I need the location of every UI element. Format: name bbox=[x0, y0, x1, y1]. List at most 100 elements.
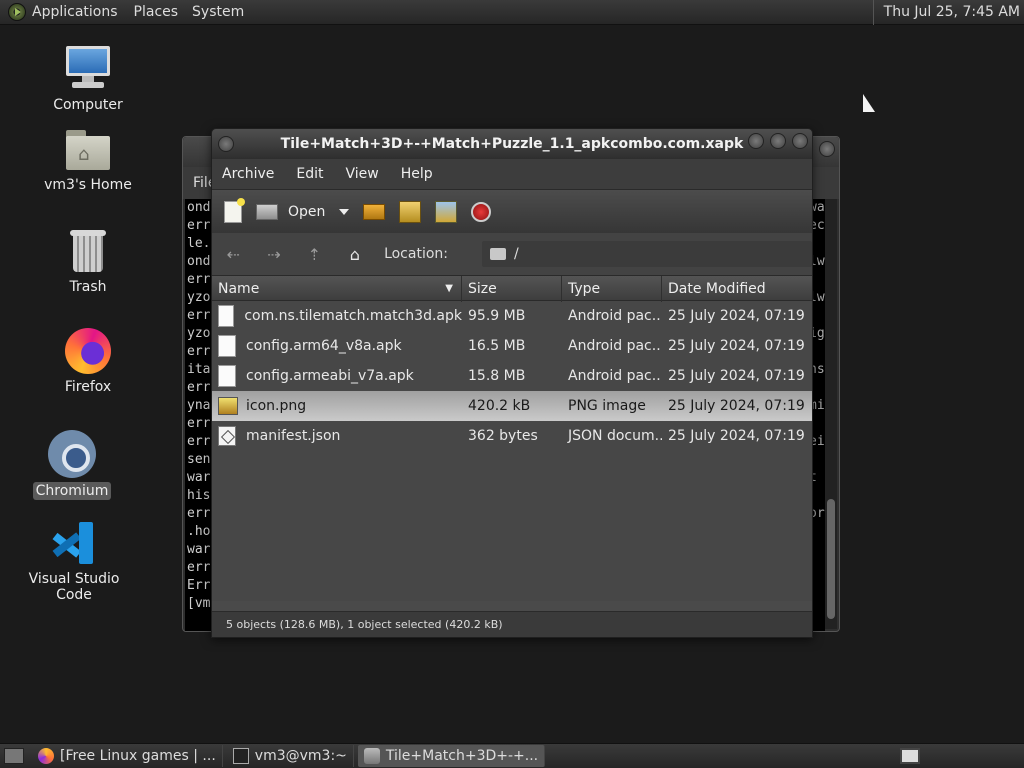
status-bar: 5 objects (128.6 MB), 1 object selected … bbox=[212, 611, 812, 637]
back-arrow-icon[interactable]: ⇠ bbox=[222, 245, 245, 264]
file-type: PNG image bbox=[568, 398, 646, 414]
file-list[interactable]: com.ns.tilematch.match3d.apk 95.9 MB And… bbox=[212, 301, 812, 601]
file-type: Android pac... bbox=[568, 308, 662, 324]
taskbar-item-terminal[interactable]: vm3@vm3:~ bbox=[227, 745, 354, 767]
desktop-icon-label: Firefox bbox=[64, 379, 112, 395]
computer-icon bbox=[64, 44, 112, 92]
json-icon bbox=[218, 426, 236, 446]
file-row[interactable]: com.ns.tilematch.match3d.apk 95.9 MB And… bbox=[212, 301, 812, 331]
up-arrow-icon[interactable]: ⇡ bbox=[303, 245, 326, 264]
workspace-switcher-icon[interactable] bbox=[900, 748, 920, 764]
taskbar-item-label: vm3@vm3:~ bbox=[254, 748, 347, 764]
desktop-icon-chromium[interactable]: Chromium bbox=[12, 430, 132, 500]
menu-places[interactable]: Places bbox=[134, 4, 187, 20]
file-row[interactable]: config.armeabi_v7a.apk 15.8 MB Android p… bbox=[212, 361, 812, 391]
stop-button[interactable] bbox=[471, 197, 492, 227]
file-list-header: Name ▼ Size Type Date Modified bbox=[212, 275, 812, 302]
stop-icon bbox=[471, 201, 492, 222]
terminal-scrollbar[interactable] bbox=[825, 199, 837, 629]
file-size: 16.5 MB bbox=[468, 338, 526, 354]
column-type[interactable]: Type bbox=[562, 276, 662, 302]
archive-menubar: Archive Edit View Help bbox=[212, 159, 812, 189]
open-icon bbox=[256, 203, 278, 220]
open-button[interactable]: Open bbox=[256, 197, 350, 227]
open-label: Open bbox=[288, 203, 326, 220]
location-path: / bbox=[514, 246, 519, 262]
location-field[interactable]: / bbox=[482, 241, 812, 267]
document-icon bbox=[218, 365, 236, 387]
column-name-label: Name bbox=[218, 281, 260, 297]
taskbar-item-label: [Free Linux games | ... bbox=[60, 748, 216, 764]
show-desktop-icon[interactable] bbox=[4, 748, 24, 764]
menu-help[interactable]: Help bbox=[401, 166, 433, 182]
home-icon[interactable]: ⌂ bbox=[344, 245, 367, 264]
document-icon bbox=[218, 335, 236, 357]
chromium-icon bbox=[48, 430, 96, 478]
archive-toolbar: Open bbox=[212, 189, 812, 233]
window-title: Tile+Match+3D+-+Match+Puzzle_1.1_apkcomb… bbox=[280, 136, 744, 152]
column-size[interactable]: Size bbox=[462, 276, 562, 302]
taskbar-item-label: Tile+Match+3D+-+... bbox=[385, 748, 539, 764]
terminal-icon bbox=[232, 748, 249, 764]
extract-icon bbox=[363, 203, 386, 220]
top-panel: Applications Places System Thu Jul 25, 7… bbox=[0, 0, 1024, 25]
add-files-button[interactable] bbox=[399, 197, 422, 227]
desktop-icon-label: Visual Studio Code bbox=[28, 571, 120, 603]
close-icon[interactable] bbox=[792, 133, 808, 149]
menu-system[interactable]: System bbox=[192, 4, 252, 20]
trash-icon bbox=[68, 228, 108, 274]
vscode-icon bbox=[51, 520, 97, 566]
firefox-icon bbox=[65, 328, 111, 374]
column-date[interactable]: Date Modified bbox=[662, 276, 812, 302]
desktop-icon-trash[interactable]: Trash bbox=[28, 228, 148, 296]
file-type: Android pac... bbox=[568, 338, 662, 354]
add-files-icon bbox=[399, 200, 422, 223]
menu-edit[interactable]: Edit bbox=[296, 166, 323, 182]
forward-arrow-icon[interactable]: ⇢ bbox=[263, 245, 286, 264]
mouse-pointer-icon bbox=[863, 94, 875, 112]
add-folder-button[interactable] bbox=[435, 197, 458, 227]
archive-icon bbox=[363, 748, 380, 764]
add-folder-icon bbox=[435, 200, 458, 223]
firefox-icon bbox=[38, 748, 54, 764]
file-type: JSON docum... bbox=[568, 428, 662, 444]
column-size-label: Size bbox=[468, 281, 497, 297]
menu-applications[interactable]: Applications bbox=[32, 4, 126, 20]
extract-button[interactable] bbox=[363, 197, 386, 227]
file-date: 25 July 2024, 07:19 bbox=[668, 338, 805, 354]
distro-logo-icon[interactable] bbox=[8, 3, 26, 21]
window-menu-icon[interactable] bbox=[218, 136, 234, 152]
desktop-icon-home[interactable]: ⌂ vm3's Home bbox=[28, 128, 148, 194]
window-close-icon[interactable] bbox=[819, 141, 835, 157]
desktop-icon-vscode[interactable]: Visual Studio Code bbox=[14, 520, 134, 604]
maximize-icon[interactable] bbox=[770, 133, 786, 149]
file-name: com.ns.tilematch.match3d.apk bbox=[244, 308, 462, 324]
menu-archive[interactable]: Archive bbox=[222, 166, 274, 182]
file-type: Android pac... bbox=[568, 368, 662, 384]
desktop-icon-firefox[interactable]: Firefox bbox=[28, 328, 148, 396]
taskbar-item-firefox[interactable]: [Free Linux games | ... bbox=[32, 745, 223, 767]
panel-clock[interactable]: Thu Jul 25, 7:45 AM bbox=[872, 0, 1020, 25]
image-icon bbox=[218, 397, 238, 415]
file-date: 25 July 2024, 07:19 bbox=[668, 308, 805, 324]
archive-manager-window[interactable]: Tile+Match+3D+-+Match+Puzzle_1.1_apkcomb… bbox=[211, 128, 813, 638]
file-name: config.arm64_v8a.apk bbox=[246, 338, 402, 354]
file-name: manifest.json bbox=[246, 428, 341, 444]
file-row-selected[interactable]: icon.png 420.2 kB PNG image 25 July 2024… bbox=[212, 391, 812, 421]
file-row[interactable]: manifest.json 362 bytes JSON docum... 25… bbox=[212, 421, 812, 451]
desktop-icon-computer[interactable]: Computer bbox=[28, 44, 148, 114]
chevron-down-icon[interactable] bbox=[339, 208, 350, 215]
file-size: 362 bytes bbox=[468, 428, 538, 444]
menu-view[interactable]: View bbox=[346, 166, 379, 182]
column-name[interactable]: Name ▼ bbox=[212, 276, 462, 302]
file-size: 95.9 MB bbox=[468, 308, 526, 324]
minimize-icon[interactable] bbox=[748, 133, 764, 149]
file-name: config.armeabi_v7a.apk bbox=[246, 368, 414, 384]
new-archive-button[interactable] bbox=[224, 197, 245, 227]
taskbar-item-archive[interactable]: Tile+Match+3D+-+... bbox=[357, 745, 546, 767]
column-type-label: Type bbox=[568, 281, 601, 297]
bottom-panel: [Free Linux games | ... vm3@vm3:~ Tile+M… bbox=[0, 743, 1024, 768]
archive-titlebar[interactable]: Tile+Match+3D+-+Match+Puzzle_1.1_apkcomb… bbox=[212, 129, 812, 159]
column-date-label: Date Modified bbox=[668, 281, 766, 297]
file-row[interactable]: config.arm64_v8a.apk 16.5 MB Android pac… bbox=[212, 331, 812, 361]
